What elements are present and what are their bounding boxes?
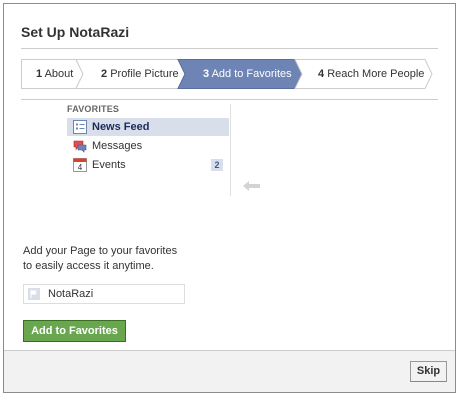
calendar-icon: 4 <box>73 158 87 172</box>
favorites-description: Add your Page to your favorites to easil… <box>23 244 177 274</box>
favorites-item-messages: Messages <box>67 137 229 155</box>
flag-icon <box>28 288 40 300</box>
events-count-badge: 2 <box>211 159 223 171</box>
step-3[interactable]: 3 Add to Favorites <box>203 59 292 89</box>
step-2-number: 2 <box>101 68 108 80</box>
description-line-1: Add your Page to your favorites <box>23 245 178 257</box>
step-1[interactable]: 1 About <box>36 59 73 89</box>
favorites-item-label: Events <box>92 159 126 171</box>
favorites-item-news-feed: News Feed <box>67 118 229 136</box>
step-3-number: 3 <box>203 68 210 80</box>
step-4-label: Reach More People <box>327 68 425 80</box>
favorites-item-events: 4 Events 2 <box>67 156 229 174</box>
favorites-divider <box>230 104 231 196</box>
page-name: NotaRazi <box>48 288 94 300</box>
dialog-title: Set Up NotaRazi <box>21 24 130 40</box>
favorites-header: FAVORITES <box>67 104 120 114</box>
calendar-icon-text: 4 <box>78 163 83 172</box>
skip-button[interactable]: Skip <box>410 361 447 382</box>
step-progress: 1 About 2 Profile Picture 3 Add to Favor… <box>21 59 433 89</box>
messages-icon <box>73 139 87 153</box>
title-divider <box>21 48 438 49</box>
left-arrow-icon <box>243 181 260 191</box>
step-3-label: Add to Favorites <box>211 68 292 80</box>
step-2-label: Profile Picture <box>110 68 179 80</box>
step-4-number: 4 <box>318 68 325 80</box>
page-preview: NotaRazi <box>23 284 185 304</box>
step-1-number: 1 <box>36 68 43 80</box>
step-2[interactable]: 2 Profile Picture <box>101 59 179 89</box>
favorites-item-label: Messages <box>92 140 143 152</box>
steps-divider <box>21 99 438 100</box>
favorites-item-label: News Feed <box>92 121 150 133</box>
step-1-label: About <box>44 68 74 80</box>
news-feed-icon <box>73 120 87 134</box>
step-4[interactable]: 4 Reach More People <box>318 59 424 89</box>
setup-dialog: Set Up NotaRazi 1 About 2 Profile Pictur… <box>3 3 456 393</box>
description-line-2: to easily access it anytime. <box>23 260 154 272</box>
add-to-favorites-button[interactable]: Add to Favorites <box>23 320 126 342</box>
dialog-footer: Skip <box>4 350 455 392</box>
